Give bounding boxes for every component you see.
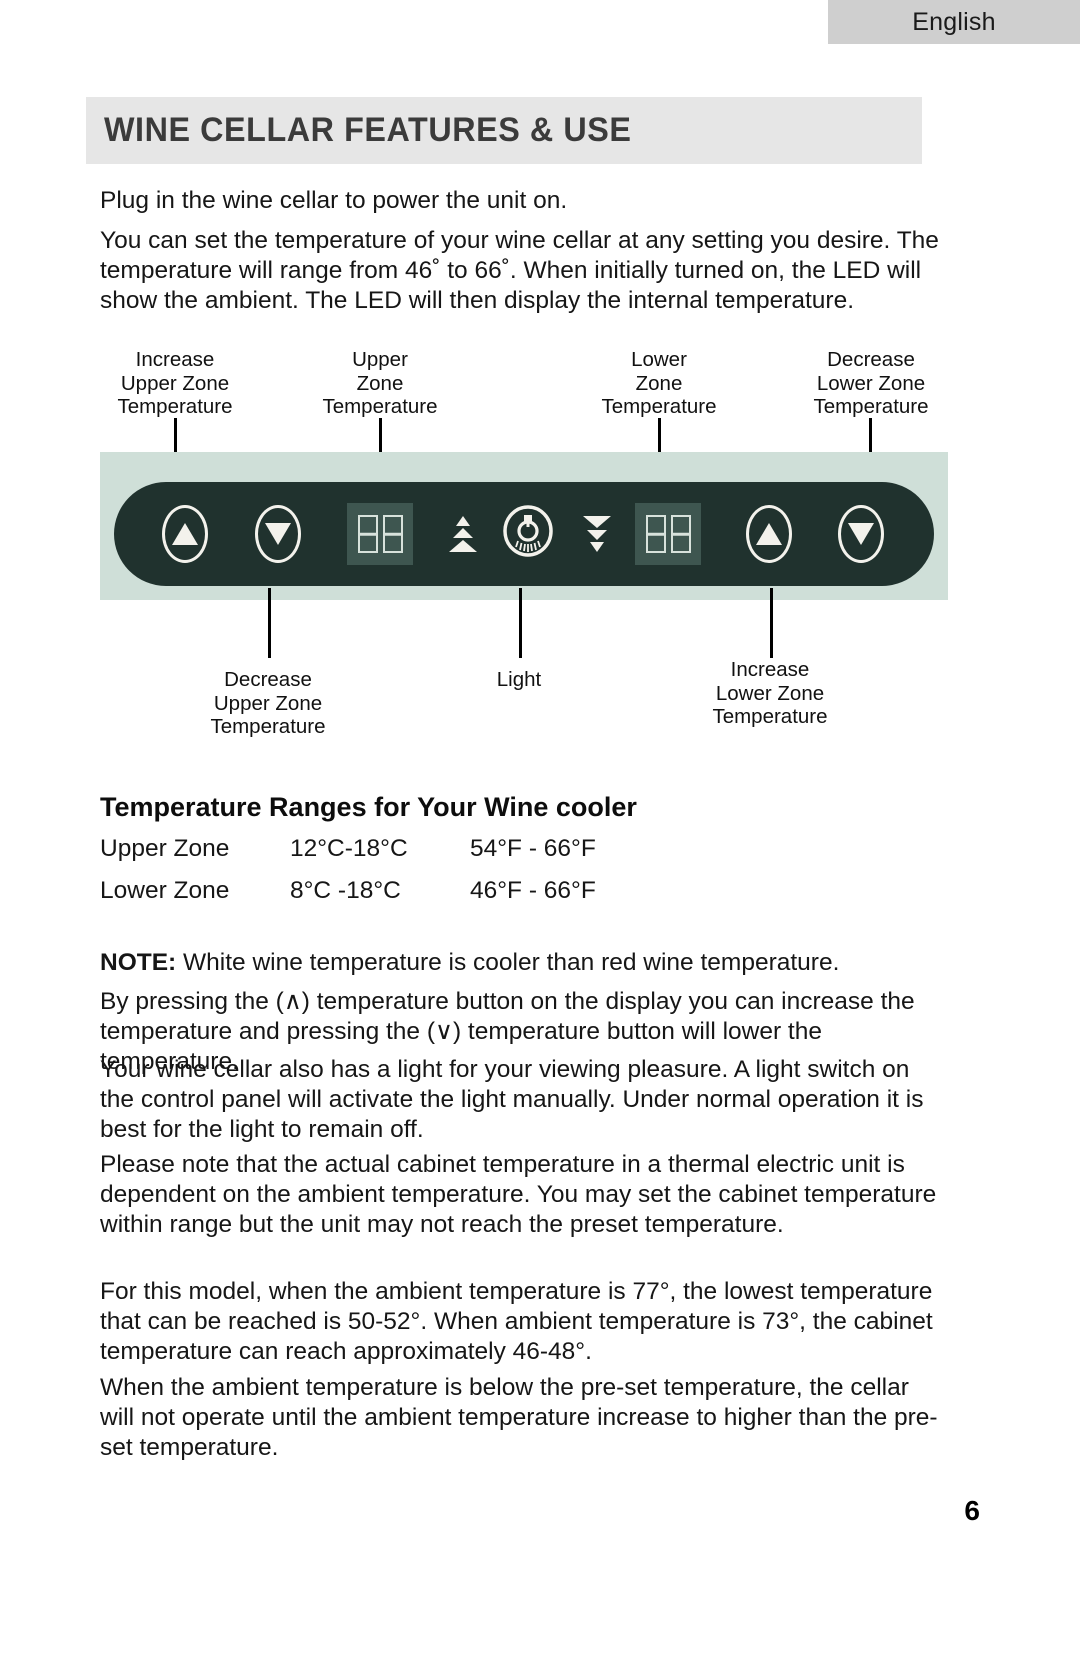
callout-light: Light	[496, 668, 542, 691]
control-panel-diagram: Increase Upper Zone Temperature Upper Zo…	[100, 340, 948, 760]
note-text: White wine temperature is cooler than re…	[176, 949, 840, 976]
paragraph-below-preset: When the ambient temperature is below th…	[100, 1374, 938, 1462]
paragraph-model-wrap: For this model, when the ambient tempera…	[100, 1277, 948, 1387]
note-line: NOTE: White wine temperature is cooler t…	[100, 948, 948, 978]
paragraph-light: Your wine cellar also has a light for yo…	[100, 1056, 924, 1144]
manual-page: English WINE CELLAR FEATURES & USE Plug …	[0, 0, 1080, 1669]
page-title: WINE CELLAR FEATURES & USE	[104, 111, 632, 149]
upper-zone-indicator-icon	[446, 514, 480, 554]
increase-lower-zone-button[interactable]	[746, 505, 792, 563]
paragraph-light-wrap: Your wine cellar also has a light for yo…	[100, 1055, 948, 1165]
callout-increase-lower-zone: Increase Lower Zone Temperature	[712, 658, 828, 729]
triangle-up-icon	[756, 523, 782, 545]
paragraph-thermal-wrap: Please note that the actual cabinet temp…	[100, 1150, 948, 1260]
page-number: 6	[964, 1495, 980, 1526]
intro-paragraph-2-wrap: You can set the temperature of your wine…	[100, 226, 948, 336]
table-row: Upper Zone 12°C-18°C 54°F - 66°F	[100, 835, 670, 877]
leader-line-decrease-upper	[268, 588, 271, 658]
triangle-down-icon	[265, 523, 291, 545]
temperature-ranges-table: Upper Zone 12°C-18°C 54°F - 66°F Lower Z…	[100, 835, 670, 919]
led-digit	[670, 515, 691, 553]
triangle-down-icon	[848, 523, 874, 545]
light-button[interactable]	[502, 505, 554, 563]
callout-decrease-upper-zone: Decrease Upper Zone Temperature	[210, 668, 326, 739]
paragraph-thermal: Please note that the actual cabinet temp…	[100, 1151, 937, 1239]
control-panel-body	[114, 482, 934, 586]
table-cell-celsius: 12°C-18°C	[290, 835, 408, 862]
language-tab-label: English	[912, 7, 996, 36]
table-cell-celsius: 8°C -18°C	[290, 877, 401, 904]
note-label: NOTE:	[100, 949, 177, 976]
upper-zone-led-display	[347, 503, 413, 565]
led-digit	[357, 515, 378, 553]
table-row: Lower Zone 8°C -18°C 46°F - 66°F	[100, 877, 670, 919]
decrease-upper-zone-button[interactable]	[255, 505, 301, 563]
table-cell-fahrenheit: 54°F - 66°F	[470, 835, 596, 862]
led-digit	[382, 515, 403, 553]
paragraph-model: For this model, when the ambient tempera…	[100, 1278, 933, 1366]
increase-upper-zone-button[interactable]	[162, 505, 208, 563]
language-tab: English	[828, 0, 1080, 44]
intro-paragraph-1: Plug in the wine cellar to power the uni…	[100, 187, 568, 214]
callout-lower-zone-temperature: Lower Zone Temperature	[601, 348, 717, 419]
table-cell-zone: Lower Zone	[100, 877, 230, 904]
lower-zone-led-display	[635, 503, 701, 565]
decrease-lower-zone-button[interactable]	[838, 505, 884, 563]
lower-zone-indicator-icon	[580, 514, 614, 554]
table-cell-zone: Upper Zone	[100, 835, 230, 862]
section-title-bar: WINE CELLAR FEATURES & USE	[86, 97, 922, 164]
intro-paragraph-2: You can set the temperature of your wine…	[100, 227, 939, 315]
led-digit	[645, 515, 666, 553]
temperature-ranges-heading: Temperature Ranges for Your Wine cooler	[100, 792, 637, 822]
triangle-up-icon	[172, 523, 198, 545]
callout-decrease-lower-zone: Decrease Lower Zone Temperature	[813, 348, 929, 419]
paragraph-below-preset-wrap: When the ambient temperature is below th…	[100, 1373, 948, 1483]
callout-increase-upper-zone: Increase Upper Zone Temperature	[117, 348, 233, 419]
leader-line-increase-lower	[770, 588, 773, 658]
table-cell-fahrenheit: 46°F - 66°F	[470, 877, 596, 904]
callout-upper-zone-temperature: Upper Zone Temperature	[322, 348, 438, 419]
leader-line-light	[519, 588, 522, 658]
